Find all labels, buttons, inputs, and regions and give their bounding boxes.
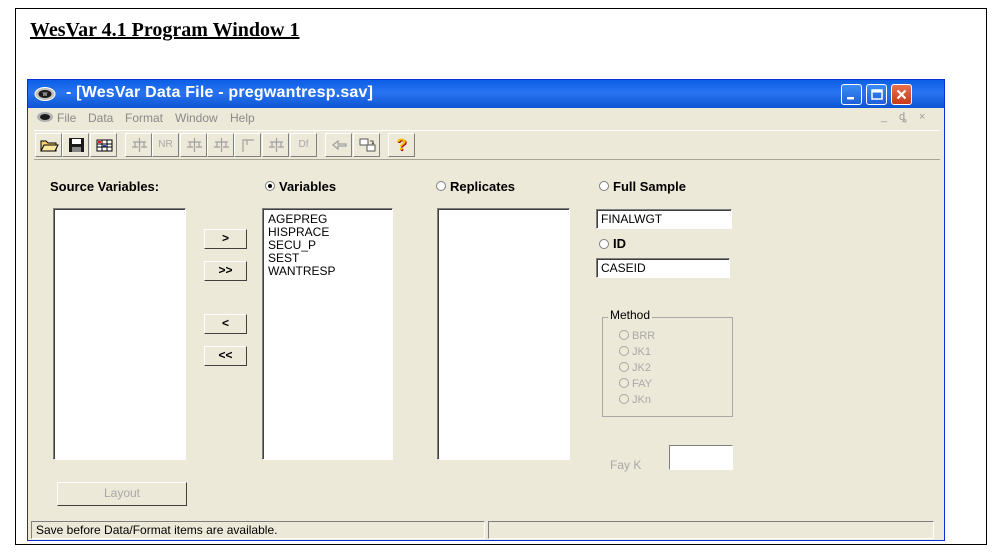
column-icon: [242, 139, 254, 152]
menu-help[interactable]: Help: [230, 111, 255, 125]
brr-radio[interactable]: [619, 330, 629, 340]
window-title: - [WesVar Data File - pregwantresp.sav]: [66, 84, 374, 101]
variables-radio[interactable]: [265, 181, 275, 191]
back-button[interactable]: [325, 133, 352, 157]
tree-icon: [132, 138, 147, 152]
tree-button-2[interactable]: [180, 133, 207, 157]
jk1-radio[interactable]: [619, 346, 629, 356]
full-sample-radio[interactable]: [599, 181, 609, 191]
minimize-button[interactable]: [841, 84, 862, 105]
menu-format[interactable]: Format: [125, 111, 163, 125]
move-left-button[interactable]: <: [204, 314, 247, 334]
status-bar: Save before Data/Format items are availa…: [29, 518, 943, 540]
df-button[interactable]: Df: [290, 133, 317, 157]
nr-icon: NR: [158, 139, 173, 150]
close-button[interactable]: [891, 84, 912, 105]
method-group-title: Method: [608, 308, 653, 322]
save-button[interactable]: [62, 133, 89, 157]
tree-icon: [214, 138, 229, 152]
tree-button-1[interactable]: [125, 133, 152, 157]
maximize-button[interactable]: [866, 84, 887, 105]
toolbar: NR Df ?: [34, 130, 940, 160]
help-button[interactable]: ?: [388, 133, 415, 157]
document-title: WesVar 4.1 Program Window 1: [30, 19, 300, 41]
layout-button[interactable]: Layout: [57, 482, 187, 506]
method-option-jk2[interactable]: JK2: [619, 362, 651, 374]
data-grid-button[interactable]: [90, 133, 117, 157]
move-right-button[interactable]: >: [204, 229, 247, 249]
fay-k-label: Fay K: [610, 458, 642, 472]
tree-icon: [269, 138, 284, 152]
id-radio[interactable]: [599, 239, 609, 249]
open-button[interactable]: [35, 133, 62, 157]
move-all-left-button[interactable]: <<: [204, 346, 247, 366]
save-disk-icon: [69, 138, 84, 152]
jk2-label: JK2: [632, 362, 651, 374]
method-option-jkn[interactable]: JKn: [619, 394, 651, 406]
method-option-brr[interactable]: BRR: [619, 330, 655, 342]
full-sample-label: Full Sample: [613, 179, 686, 194]
minimize-icon: [847, 97, 854, 100]
move-all-right-button[interactable]: >>: [204, 261, 247, 281]
menu-bar: File Data Format Window Help _ ȡ ×: [28, 108, 944, 127]
document-icon[interactable]: [36, 111, 54, 123]
nr-button[interactable]: NR: [152, 133, 179, 157]
menu-file[interactable]: File: [57, 111, 76, 125]
mdi-restore-button[interactable]: ȡ: [899, 111, 907, 123]
fay-radio[interactable]: [619, 378, 629, 388]
column-button[interactable]: [234, 133, 261, 157]
help-question-icon: ?: [396, 135, 407, 154]
mdi-close-button[interactable]: ×: [919, 111, 925, 123]
jkn-radio[interactable]: [619, 394, 629, 404]
source-variables-list[interactable]: [53, 208, 186, 460]
replicates-list[interactable]: [437, 208, 570, 460]
replicates-label: Replicates: [450, 179, 516, 194]
close-icon: [896, 89, 907, 100]
jk2-radio[interactable]: [619, 362, 629, 372]
jkn-label: JKn: [632, 394, 651, 406]
copy-button[interactable]: [353, 133, 380, 157]
copy-icon: [359, 138, 376, 152]
menu-data[interactable]: Data: [88, 111, 113, 125]
tree-button-4[interactable]: [262, 133, 289, 157]
full-sample-field[interactable]: FINALWGT: [596, 209, 732, 229]
app-window: W - [WesVar Data File - pregwantresp.sav…: [27, 79, 945, 541]
status-pane-right: [488, 521, 934, 539]
df-icon: Df: [298, 139, 309, 150]
tree-button-3[interactable]: [207, 133, 234, 157]
id-label: ID: [613, 236, 626, 251]
menu-window[interactable]: Window: [175, 111, 218, 125]
variables-list[interactable]: AGEPREG HISPRACE SECU_P SEST WANTRESP: [262, 208, 393, 460]
method-option-fay[interactable]: FAY: [619, 378, 652, 390]
tree-icon: [187, 138, 202, 152]
fay-k-input[interactable]: [669, 445, 733, 470]
back-arrow-icon: [332, 139, 347, 151]
variables-label: Variables: [279, 179, 337, 194]
maximize-icon: [871, 89, 883, 100]
status-message: Save before Data/Format items are availa…: [31, 521, 485, 539]
replicates-radio[interactable]: [436, 181, 446, 191]
title-bar[interactable]: W - [WesVar Data File - pregwantresp.sav…: [28, 80, 944, 108]
list-item[interactable]: WANTRESP: [263, 265, 392, 278]
brr-label: BRR: [632, 330, 656, 342]
data-grid-icon: [96, 139, 113, 152]
open-folder-icon: [40, 140, 59, 152]
source-variables-label: Source Variables:: [50, 179, 160, 194]
method-option-jk1[interactable]: JK1: [619, 346, 651, 358]
jk1-label: JK1: [632, 346, 651, 358]
wesvar-logo-icon: W: [34, 87, 56, 101]
mdi-minimize-button[interactable]: _: [881, 111, 887, 123]
id-field[interactable]: CASEID: [596, 258, 730, 278]
fay-label: FAY: [632, 378, 652, 390]
svg-text:W: W: [43, 92, 48, 98]
